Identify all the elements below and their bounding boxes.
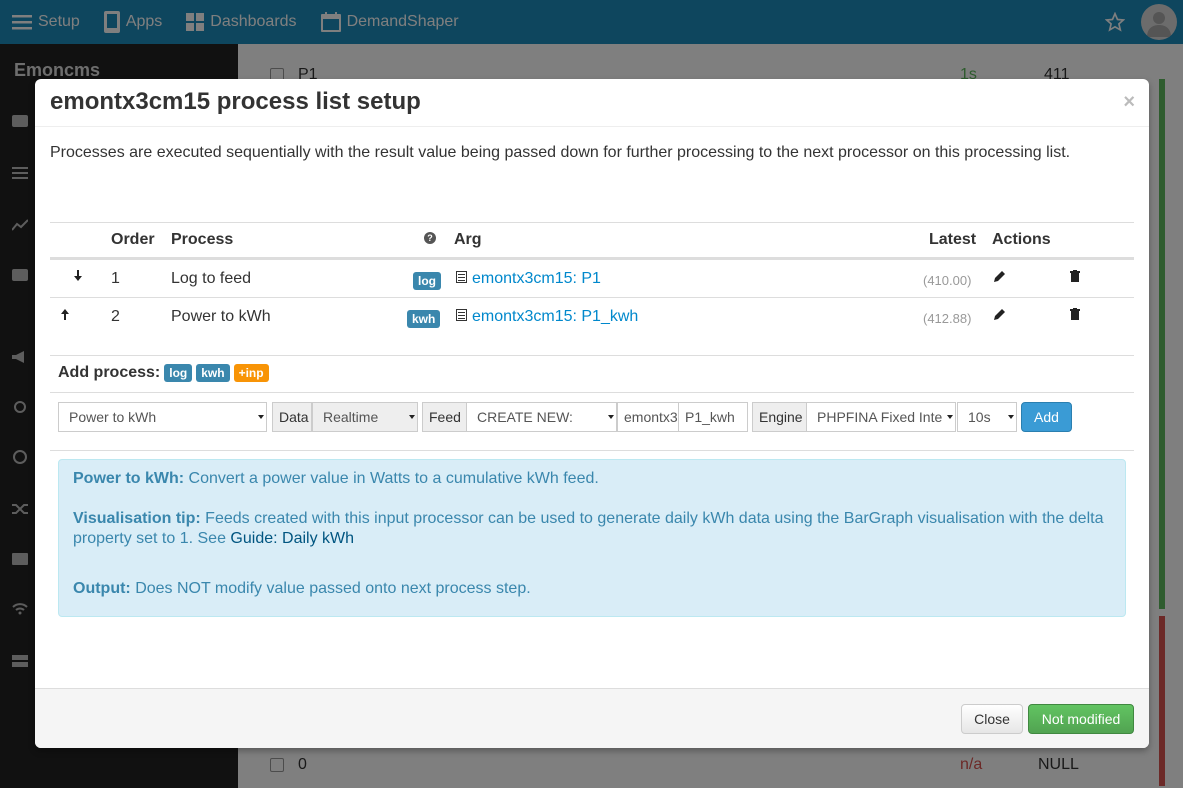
interval-select[interactable]: 10s — [957, 402, 1017, 432]
process-name: Power to kWh — [171, 308, 271, 325]
engine-select-value: PHPFINA Fixed Inte — [817, 409, 943, 425]
trash-icon[interactable] — [1070, 269, 1080, 287]
feed-tag-input[interactable]: emontx3 — [617, 402, 679, 432]
process-arg-link[interactable]: emontx3cm15: P1 — [472, 270, 601, 288]
data-addon: Data — [272, 402, 312, 432]
move-up-icon[interactable] — [60, 307, 70, 325]
process-info-box: Power to kWh: Convert a power value in W… — [58, 459, 1126, 617]
feed-select[interactable]: CREATE NEW: — [466, 402, 617, 432]
col-process: Process — [171, 231, 234, 248]
filter-badge-inp: +inp — [233, 364, 269, 382]
info-tip: Visualisation tip: Feeds created with th… — [73, 509, 1111, 549]
process-select[interactable]: Power to kWh — [58, 402, 267, 432]
info-output-title: Output: — [73, 580, 131, 597]
edit-icon[interactable] — [994, 269, 1006, 287]
filter-badge-log: log — [164, 364, 193, 382]
divider — [50, 450, 1134, 451]
filter-badge-kwh: kwh — [196, 364, 230, 382]
info-title-text: Convert a power value in Watts to a cumu… — [184, 470, 599, 487]
close-icon[interactable]: × — [1123, 91, 1135, 114]
add-process-label: Add process: — [58, 364, 161, 381]
data-select[interactable]: Realtime — [312, 402, 418, 432]
engine-addon: Engine — [752, 402, 807, 432]
process-latest: (410.00) — [923, 273, 972, 288]
modal-body: Processes are executed sequentially with… — [35, 127, 1149, 688]
help-icon[interactable]: ? — [424, 232, 436, 244]
info-title: Power to kWh: — [73, 470, 185, 487]
process-order: 1 — [111, 270, 120, 287]
info-description: Power to kWh: Convert a power value in W… — [73, 469, 1111, 489]
edit-icon[interactable] — [994, 307, 1006, 325]
process-latest: (412.88) — [923, 311, 972, 326]
col-arg: Arg — [454, 231, 482, 248]
process-table-header: Order Process ? Arg Latest Actions — [50, 222, 1134, 259]
list-icon — [456, 270, 467, 288]
info-output-text: Does NOT modify value passed onto next p… — [130, 580, 531, 597]
interval-select-value: 10s — [968, 409, 991, 425]
add-process-heading: Add process: log kwh +inp — [58, 364, 269, 382]
modal-title: emontx3cm15 process list setup — [50, 88, 421, 115]
info-tip-text: Feeds created with this input processor … — [73, 510, 1104, 547]
close-button[interactable]: Close — [961, 704, 1023, 734]
process-badge: log — [413, 272, 441, 290]
process-badge: kwh — [407, 310, 441, 328]
info-output: Output: Does NOT modify value passed ont… — [73, 579, 1111, 599]
process-order: 2 — [111, 308, 120, 325]
chevron-down-icon — [947, 415, 953, 419]
process-select-value: Power to kWh — [69, 409, 157, 425]
guide-link[interactable]: Guide: Daily kWh — [230, 530, 354, 547]
add-button[interactable]: Add — [1021, 402, 1072, 432]
save-status-button[interactable]: Not modified — [1028, 704, 1134, 734]
chevron-down-icon — [409, 415, 415, 419]
col-actions: Actions — [992, 231, 1051, 248]
divider — [50, 355, 1134, 356]
trash-icon[interactable] — [1070, 307, 1080, 325]
process-row: 1 Log to feed log emontx3cm15: P1 (410.0… — [50, 259, 1134, 297]
col-order: Order — [111, 231, 155, 248]
col-latest: Latest — [929, 231, 977, 248]
feed-select-value: CREATE NEW: — [477, 409, 573, 425]
modal-footer: Close Not modified — [35, 688, 1149, 748]
process-list-modal: emontx3cm15 process list setup × Process… — [35, 79, 1149, 748]
feed-addon: Feed — [422, 402, 467, 432]
data-select-value: Realtime — [323, 409, 379, 425]
info-tip-title: Visualisation tip: — [73, 510, 201, 527]
chevron-down-icon — [1008, 415, 1014, 419]
list-icon — [456, 308, 467, 326]
process-row: 2 Power to kWh kwh emontx3cm15: P1_kwh (… — [50, 297, 1134, 335]
chevron-down-icon — [608, 415, 614, 419]
feed-name-input[interactable]: P1_kwh — [678, 402, 748, 432]
divider — [50, 392, 1134, 393]
chevron-down-icon — [258, 415, 264, 419]
process-name: Log to feed — [171, 270, 252, 287]
engine-select[interactable]: PHPFINA Fixed Inte — [806, 402, 956, 432]
modal-header: emontx3cm15 process list setup × — [35, 79, 1149, 127]
move-down-icon[interactable] — [73, 269, 83, 287]
process-arg-link[interactable]: emontx3cm15: P1_kwh — [472, 308, 638, 326]
intro-text: Processes are executed sequentially with… — [50, 144, 1071, 161]
